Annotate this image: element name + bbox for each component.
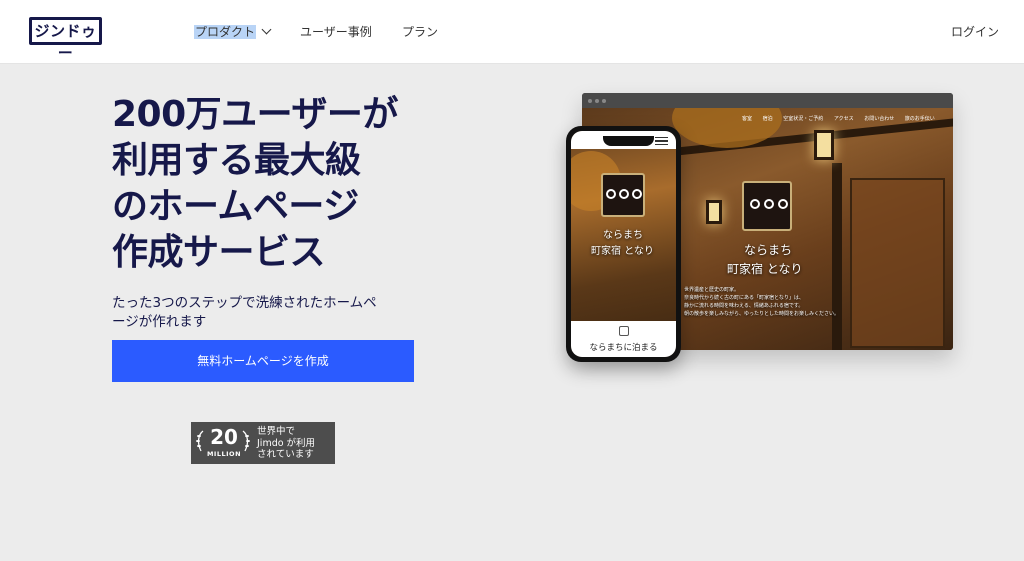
window-dot — [595, 99, 599, 103]
site-menu-item: 空室状況・ご予約 — [783, 116, 824, 122]
desktop-site-menu: 客室 宿泊 空室状況・ご予約 アクセス お問い合わせ 旅のお手伝い — [742, 115, 944, 122]
site-menu-item: 宿泊 — [762, 116, 773, 122]
site-header: ジンドゥー プロダクト ユーザー事例 プラン ログイン — [0, 0, 1024, 64]
badge-text-line: されています — [257, 449, 314, 460]
twenty-million-users-badge: 20 MILLION 世界中で Jimdo が利用 されています — [191, 422, 335, 464]
hero-title: 200万ユーザーが 利用する最大級 のホームページ 作成サービス — [112, 92, 432, 276]
site-text-line: 世界遺産と歴史の町家。 — [684, 287, 740, 293]
hero-title-line: 作成サービス — [112, 232, 326, 273]
phone-site-title: ならまち — [603, 230, 643, 241]
phone-screen: ならまち 町家宿 となり ならまちに泊まる — [571, 131, 676, 357]
phone-notch — [603, 136, 654, 146]
site-title: ならまち — [744, 243, 793, 257]
login-link[interactable]: ログイン — [951, 23, 999, 41]
jimdo-logo[interactable]: ジンドゥー — [29, 17, 102, 62]
site-menu-item: アクセス — [833, 116, 854, 122]
hero-subtitle-line: ージが作れます — [112, 314, 207, 330]
browser-bar — [582, 93, 953, 108]
badge-unit: MILLION — [206, 450, 242, 458]
nav-products-label[interactable]: プロダクト — [194, 25, 257, 39]
create-free-homepage-button[interactable]: 無料ホームページを作成 — [112, 340, 414, 382]
badge-text-line: Jimdo が利用 — [257, 437, 316, 449]
lantern — [706, 200, 722, 224]
hero-subtitle-line: たった3つのステップで洗練されたホームペ — [112, 295, 377, 311]
lantern — [814, 130, 834, 160]
site-subtitle: 町家宿 となり — [727, 262, 803, 276]
hero-title-line: のホームページ — [112, 186, 359, 227]
kettle-icon — [619, 326, 629, 336]
inn-logo-icon — [601, 173, 645, 217]
hero-title-line: 200万ユーザーが — [112, 94, 398, 135]
laurel-left-icon — [196, 430, 204, 452]
badge-text: 世界中で Jimdo が利用 されています — [257, 426, 315, 461]
badge-text-line: 世界中で — [257, 426, 296, 437]
site-text-line: 奈良時代から続く古の町にある「町家宿となり」は、 — [684, 295, 804, 301]
window-dot — [588, 99, 592, 103]
site-description: 世界遺産と歴史の町家。 奈良時代から続く古の町にある「町家宿となり」は、 静かに… — [684, 286, 839, 318]
chevron-down-icon[interactable] — [261, 24, 272, 35]
hamburger-menu-icon — [655, 137, 668, 145]
site-menu-item: 旅のお手伝い — [904, 116, 935, 122]
site-text-line: 静かに流れる時間を味わえる、情緒あふれる宿です。 — [684, 303, 804, 309]
hero-title-line: 利用する最大級 — [112, 140, 361, 181]
site-menu-item: お問い合わせ — [864, 116, 895, 122]
phone-footer: ならまちに泊まる — [571, 321, 676, 357]
phone-mockup: ならまち 町家宿 となり ならまちに泊まる — [566, 126, 681, 362]
pillar — [832, 163, 842, 350]
badge-number: 20 — [210, 425, 238, 449]
phone-caption: ならまちに泊まる — [589, 343, 658, 353]
site-menu-item: 客室 — [742, 116, 753, 122]
nav-plans[interactable]: プラン — [402, 23, 438, 41]
phone-site-subtitle: 町家宿 となり — [591, 246, 654, 257]
wooden-door — [850, 178, 945, 348]
site-text-line: 朝の散歩を楽しみながら、ゆったりとした時間をお楽しみください。 — [684, 311, 840, 317]
nav-user-cases[interactable]: ユーザー事例 — [300, 23, 372, 41]
nav-products[interactable]: プロダクト — [194, 23, 272, 41]
hero-subtitle: たった3つのステップで洗練されたホームペ ージが作れます — [112, 294, 412, 332]
laurel-right-icon — [242, 430, 250, 452]
inn-logo-icon — [742, 181, 792, 231]
window-dot — [602, 99, 606, 103]
